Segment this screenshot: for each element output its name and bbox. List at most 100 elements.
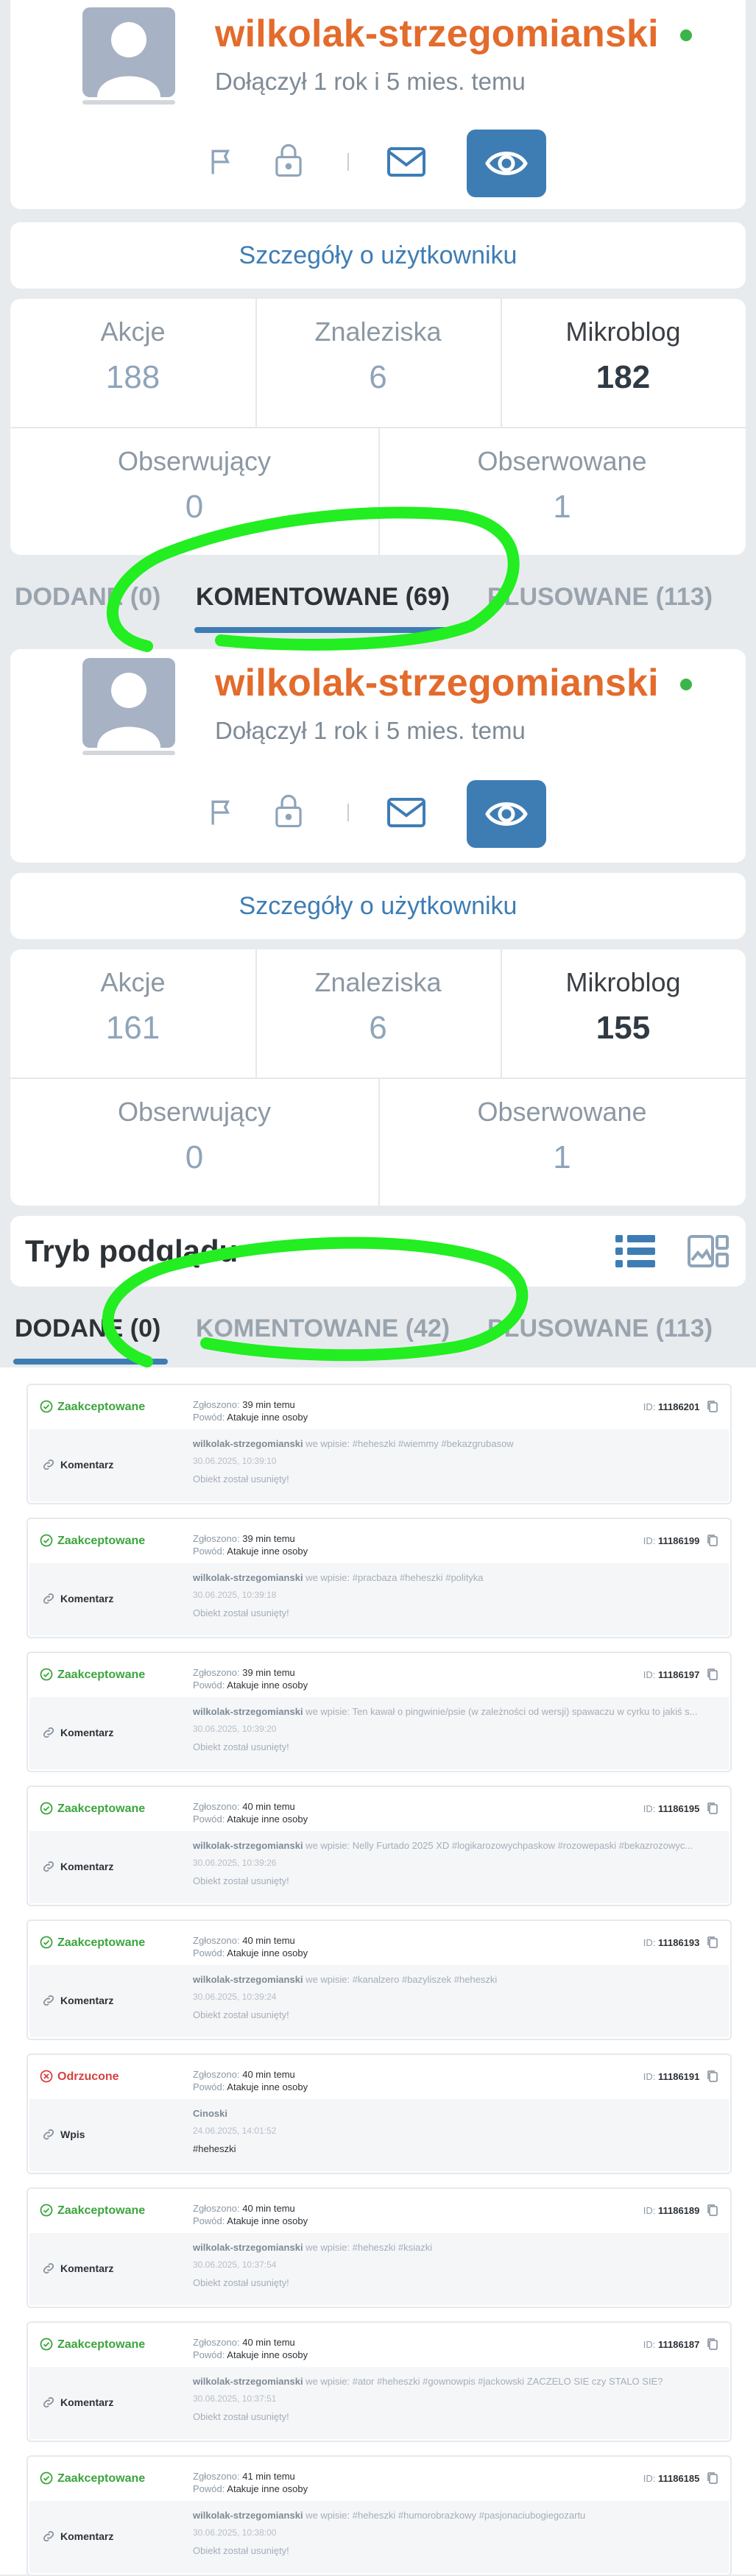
tab-added[interactable]: DODANE (0): [15, 583, 160, 612]
report-status-label: Zaakceptowane: [57, 1936, 146, 1949]
report-content[interactable]: Komentarz wilkolak-strzegomianski we wpis…: [29, 1697, 729, 1769]
list-view-icon[interactable]: [615, 1235, 655, 1271]
accepted-icon: [40, 1668, 53, 1681]
accepted-icon: [40, 1802, 53, 1815]
user-details-link[interactable]: Szczegóły o użytkowniku: [10, 892, 746, 921]
report-item[interactable]: Zaakceptowane Zgłoszono: 39 min temu Powód…: [27, 1384, 732, 1504]
gallery-view-icon[interactable]: [688, 1235, 729, 1271]
user-details-link[interactable]: Szczegóły o użytkowniku: [10, 241, 746, 270]
stat-following-label[interactable]: Obserwowane: [378, 446, 746, 477]
report-meta: Zgłoszono: 39 min temu Powód: Atakuje inn…: [193, 1399, 308, 1423]
stat-followers-value[interactable]: 0: [10, 489, 378, 526]
report-content[interactable]: Komentarz wilkolak-strzegomianski we wpis…: [29, 1831, 729, 1903]
tab-commented[interactable]: KOMENTOWANE (69): [196, 583, 450, 612]
stat-actions-label[interactable]: Akcje: [10, 967, 255, 998]
mail-icon[interactable]: [386, 146, 427, 182]
report-item[interactable]: Zaakceptowane Zgłoszono: 40 min temu Powód…: [27, 2321, 732, 2442]
report-content[interactable]: Wpis Cinoski 24.06.2025, 14:01:52 #heheszki: [29, 2099, 729, 2171]
report-item[interactable]: Zaakceptowane Zgłoszono: 39 min temu Powód…: [27, 1652, 732, 1772]
username[interactable]: wilkolak-strzegomianski: [215, 661, 659, 705]
lock-icon[interactable]: [272, 792, 305, 832]
copy-icon[interactable]: [707, 2338, 718, 2351]
report-context[interactable]: wilkolak-strzegomianski we wpisie: #hehe…: [193, 1438, 723, 1449]
report-item[interactable]: Zaakceptowane Zgłoszono: 40 min temu Powód…: [27, 1786, 732, 1906]
report-content[interactable]: Komentarz wilkolak-strzegomianski we wpis…: [29, 1563, 729, 1635]
observe-button[interactable]: [467, 780, 546, 848]
copy-icon[interactable]: [707, 2204, 718, 2217]
report-reason: Atakuje inne osoby: [227, 1412, 308, 1423]
link-icon: [43, 2263, 54, 2274]
report-item[interactable]: Zaakceptowane Zgłoszono: 39 min temu Powód…: [27, 1518, 732, 1638]
report-context[interactable]: wilkolak-strzegomianski we wpisie: Nelly…: [193, 1840, 723, 1851]
report-context[interactable]: wilkolak-strzegomianski we wpisie: #kana…: [193, 1974, 723, 1985]
report-item[interactable]: Zaakceptowane Zgłoszono: 40 min temu Powód…: [27, 2187, 732, 2308]
report-content[interactable]: Komentarz wilkolak-strzegomianski we wpis…: [29, 1965, 729, 2037]
report-content[interactable]: Komentarz wilkolak-strzegomianski we wpis…: [29, 2367, 729, 2439]
stat-microblog-value[interactable]: 182: [501, 359, 746, 396]
avatar[interactable]: [82, 658, 175, 755]
report-status-label: Zaakceptowane: [57, 1401, 146, 1413]
report-context[interactable]: wilkolak-strzegomianski we wpisie: #hehe…: [193, 2510, 723, 2521]
tab-commented[interactable]: KOMENTOWANE (42): [196, 1314, 450, 1343]
report-type: Komentarz: [41, 1591, 113, 1606]
stat-followers-label[interactable]: Obserwujący: [10, 446, 378, 477]
stats-card-top: Akcje 188 Znaleziska 6 Mikroblog 182 Obs…: [10, 299, 746, 555]
report-content[interactable]: Komentarz wilkolak-strzegomianski we wpis…: [29, 2233, 729, 2305]
details-link-card-top[interactable]: Szczegóły o użytkowniku: [10, 222, 746, 289]
copy-icon[interactable]: [707, 2471, 718, 2485]
tab-added[interactable]: DODANE (0): [15, 1314, 160, 1343]
report-item[interactable]: Odrzucone Zgłoszono: 40 min temu Powód: At…: [27, 2053, 732, 2174]
report-status-label: Odrzucone: [57, 2070, 119, 2083]
report-content[interactable]: Komentarz wilkolak-strzegomianski we wpis…: [29, 1429, 729, 1501]
stat-following-value[interactable]: 1: [378, 1139, 746, 1176]
stat-microblog-value[interactable]: 155: [501, 1010, 746, 1047]
stat-actions-value[interactable]: 188: [10, 359, 255, 396]
copy-icon[interactable]: [707, 1936, 718, 1949]
copy-icon[interactable]: [707, 2070, 718, 2083]
stat-finds-value[interactable]: 6: [255, 359, 501, 396]
copy-icon[interactable]: [707, 1802, 718, 1815]
stat-finds-label[interactable]: Znaleziska: [255, 967, 501, 998]
stat-microblog-label[interactable]: Mikroblog: [501, 316, 746, 347]
report-context[interactable]: wilkolak-strzegomianski we wpisie: #ator…: [193, 2376, 723, 2387]
mail-icon[interactable]: [386, 796, 427, 832]
details-link-card-bottom[interactable]: Szczegóły o użytkowniku: [10, 873, 746, 939]
stat-microblog-label[interactable]: Mikroblog: [501, 967, 746, 998]
flag-icon[interactable]: [206, 796, 239, 832]
tab-plused[interactable]: PLUSOWANE (113): [487, 1314, 713, 1343]
flag-icon[interactable]: [206, 146, 239, 182]
copy-icon[interactable]: [707, 1400, 718, 1413]
tab-plused[interactable]: PLUSOWANE (113): [487, 583, 713, 612]
report-item[interactable]: Zaakceptowane Zgłoszono: 41 min temu Powód…: [27, 2455, 732, 2576]
stat-actions-value[interactable]: 161: [10, 1010, 255, 1047]
stat-following-label[interactable]: Obserwowane: [378, 1097, 746, 1128]
report-item[interactable]: Zaakceptowane Zgłoszono: 40 min temu Powód…: [27, 1919, 732, 2040]
report-context[interactable]: wilkolak-strzegomianski we wpisie: Ten k…: [193, 1706, 723, 1717]
report-date: 30.06.2025, 10:39:10: [193, 1456, 277, 1466]
stat-finds-value[interactable]: 6: [255, 1010, 501, 1047]
view-mode-card: Tryb podglądu: [10, 1216, 746, 1287]
report-status-label: Zaakceptowane: [57, 2204, 146, 2217]
report-note: Obiekt został usunięty!: [193, 1607, 289, 1618]
report-content[interactable]: Komentarz wilkolak-strzegomianski we wpis…: [29, 2501, 729, 2573]
stat-following-value[interactable]: 1: [378, 489, 746, 526]
report-date: 24.06.2025, 14:01:52: [193, 2126, 277, 2136]
avatar[interactable]: [82, 7, 175, 105]
observe-button[interactable]: [467, 130, 546, 197]
report-status: Zaakceptowane: [40, 1534, 145, 1548]
stat-followers-value[interactable]: 0: [10, 1139, 378, 1176]
report-context[interactable]: wilkolak-strzegomianski we wpisie: #hehe…: [193, 2242, 723, 2253]
username[interactable]: wilkolak-strzegomianski: [215, 12, 659, 56]
copy-icon[interactable]: [707, 1534, 718, 1547]
report-id: ID: 11186191: [643, 2070, 718, 2083]
link-icon: [43, 1593, 54, 1604]
stat-followers-label[interactable]: Obserwujący: [10, 1097, 378, 1128]
report-context[interactable]: wilkolak-strzegomianski we wpisie: #prac…: [193, 1572, 723, 1583]
copy-icon[interactable]: [707, 1668, 718, 1681]
stat-finds-label[interactable]: Znaleziska: [255, 316, 501, 347]
stat-actions-label[interactable]: Akcje: [10, 316, 255, 347]
accepted-icon: [40, 1534, 53, 1547]
report-type: Wpis: [41, 2127, 85, 2142]
report-context[interactable]: Cinoski: [193, 2108, 723, 2119]
lock-icon[interactable]: [272, 141, 305, 182]
